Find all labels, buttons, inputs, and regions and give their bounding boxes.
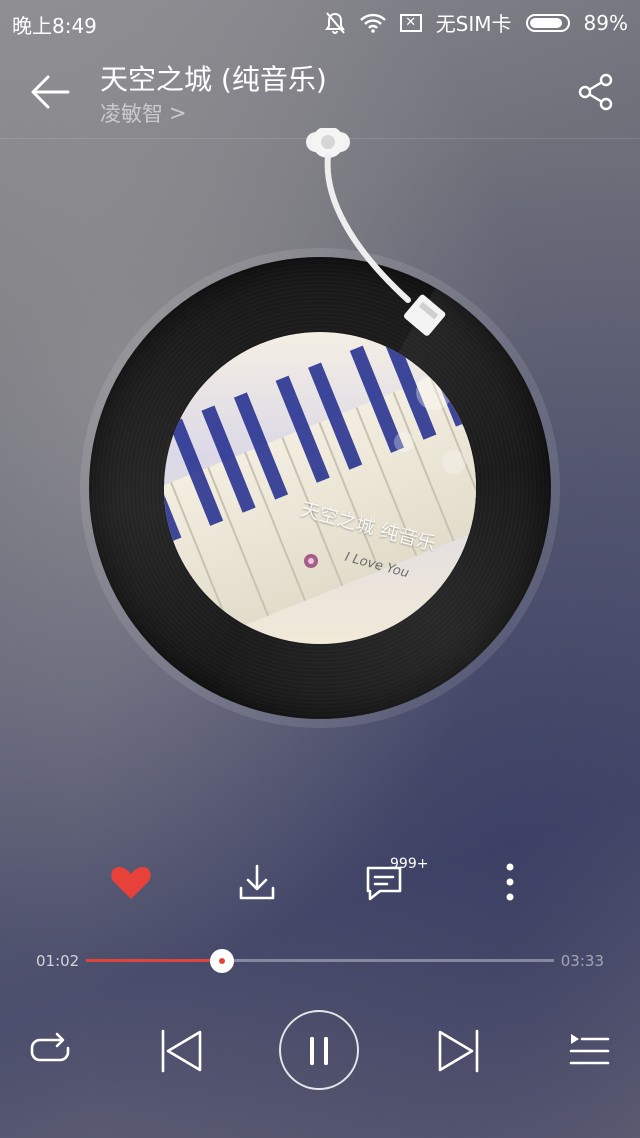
wifi-icon bbox=[359, 13, 386, 33]
chevron-right-icon: > bbox=[169, 101, 187, 125]
battery-percent: 89% bbox=[583, 10, 628, 35]
mute-icon bbox=[324, 11, 345, 34]
share-button[interactable] bbox=[576, 72, 616, 112]
battery-icon bbox=[525, 13, 570, 32]
more-icon[interactable] bbox=[486, 858, 534, 906]
action-bar: 999+ bbox=[0, 856, 640, 908]
playback-controls bbox=[0, 1008, 640, 1092]
comment-count-badge: 999+ bbox=[390, 856, 429, 872]
seek-track[interactable] bbox=[86, 949, 554, 973]
album-cover: 天空之城 纯音乐 I Love You bbox=[164, 332, 476, 644]
current-time: 01:02 bbox=[36, 952, 80, 970]
download-icon[interactable] bbox=[233, 858, 281, 906]
progress-bar: 01:02 03:33 bbox=[0, 946, 640, 976]
player-header: 天空之城 (纯音乐) 凌敏智 > bbox=[0, 52, 640, 139]
song-title: 天空之城 (纯音乐) bbox=[100, 63, 327, 96]
sim-status: 无SIM卡 bbox=[435, 12, 512, 36]
seek-track-filled bbox=[86, 959, 222, 962]
back-button[interactable] bbox=[28, 72, 72, 112]
previous-icon[interactable] bbox=[158, 1028, 204, 1074]
pause-button[interactable] bbox=[279, 1010, 359, 1090]
status-bar: 晚上8:49 ✕ 无SIM卡 89% bbox=[0, 0, 640, 44]
like-icon[interactable] bbox=[107, 858, 155, 906]
repeat-icon[interactable] bbox=[28, 1030, 72, 1070]
tonearm bbox=[306, 128, 446, 336]
playlist-icon[interactable] bbox=[568, 1030, 610, 1070]
status-icons: ✕ 无SIM卡 89% bbox=[324, 8, 628, 37]
no-sim-icon: ✕ bbox=[399, 13, 422, 32]
status-time: 晚上8:49 bbox=[12, 14, 97, 38]
total-time: 03:33 bbox=[560, 952, 604, 970]
seek-thumb[interactable] bbox=[209, 949, 234, 973]
pause-icon bbox=[310, 1037, 328, 1065]
next-icon[interactable] bbox=[436, 1028, 482, 1074]
artist-link[interactable]: 凌敏智 > bbox=[100, 98, 187, 128]
artist-name: 凌敏智 bbox=[100, 102, 163, 126]
